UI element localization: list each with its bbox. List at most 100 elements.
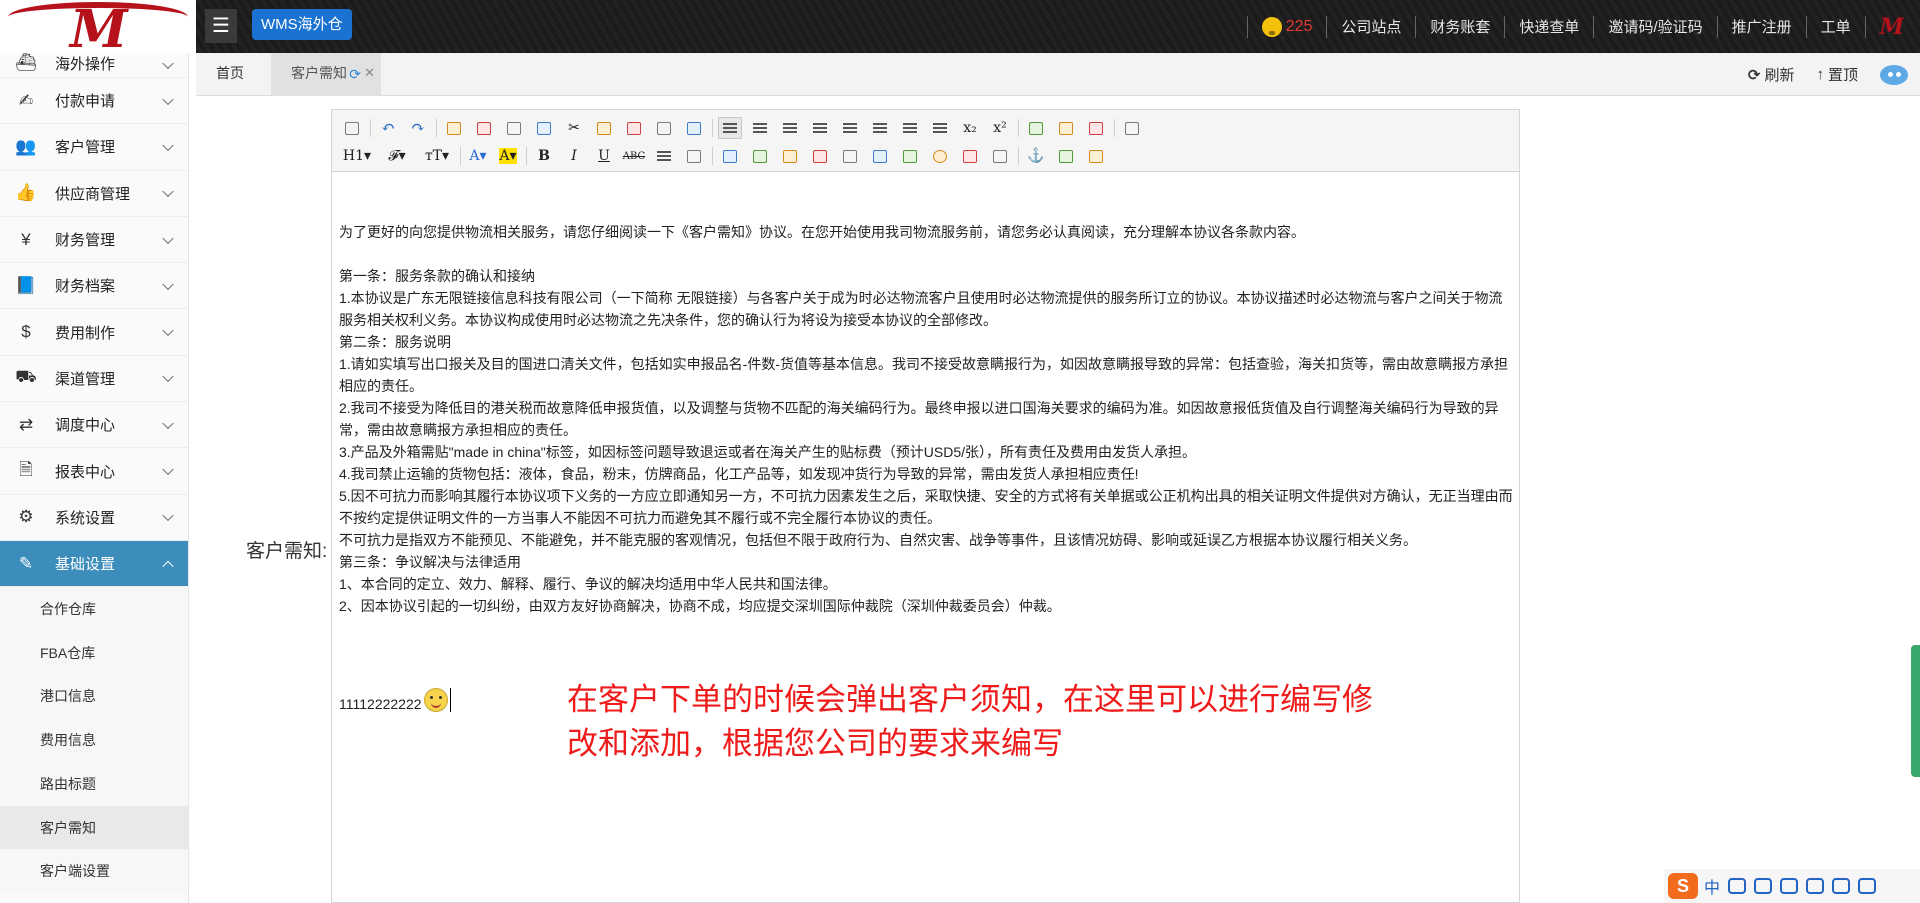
select-all-icon[interactable] (1054, 117, 1078, 139)
tab-actions: ⟳ 刷新 ↑ 置顶 (1748, 53, 1920, 96)
link-icon[interactable] (1054, 145, 1078, 167)
ime-menu-icon[interactable] (1858, 878, 1877, 894)
underline-icon[interactable]: U (592, 145, 616, 167)
template-icon[interactable] (502, 117, 526, 139)
editor-content[interactable]: 为了更好的向您提供物流相关服务，请您仔细阅读一下《客户需知》协议。在您开始使用我… (332, 172, 1519, 617)
image-icon[interactable] (718, 145, 742, 167)
nav-link-finance-books[interactable]: 财务账套 (1430, 16, 1490, 37)
cursor-icon[interactable] (1084, 117, 1108, 139)
align-left-icon[interactable] (718, 117, 742, 139)
editor-last-line[interactable]: 11112222222 (339, 688, 451, 712)
notification-button[interactable]: 225 (1261, 16, 1312, 37)
nav-link-promo-register[interactable]: 推广注册 (1732, 16, 1792, 37)
unordered-list-icon[interactable] (868, 117, 892, 139)
indent-icon[interactable] (898, 117, 922, 139)
code-icon[interactable] (532, 117, 556, 139)
bold-icon[interactable]: B (532, 145, 556, 167)
sidebar-item-3[interactable]: 👥 客户管理 (0, 124, 188, 171)
highlight-icon[interactable]: A▾ (496, 145, 520, 167)
tab-customer-notice[interactable]: 客户需知 ⟳ ✕ (271, 53, 381, 96)
sidebar-item-5[interactable]: ¥ 财务管理 (0, 217, 188, 264)
sidebar-item-2[interactable]: ✍ 付款申请 (0, 78, 188, 125)
sidebar-item-8[interactable]: ⛟ 渠道管理 (0, 356, 188, 403)
page-break-icon[interactable] (988, 145, 1012, 167)
sidebar-item-4[interactable]: 👍 供应商管理 (0, 171, 188, 217)
sidebar-item-9[interactable]: ⇄ 调度中心 (0, 402, 188, 449)
ime-toolbar[interactable]: S 中 (1664, 869, 1920, 903)
ime-emoji-icon[interactable] (1754, 878, 1773, 894)
fullscreen-icon[interactable] (1120, 117, 1144, 139)
paste-icon[interactable] (622, 117, 646, 139)
pin-top-button[interactable]: ↑ 置顶 (1816, 64, 1858, 85)
strikethrough-icon[interactable]: ABC (622, 145, 646, 167)
font-family-icon[interactable]: 𝓕▾ (380, 145, 414, 167)
ordered-list-icon[interactable] (838, 117, 862, 139)
sidebar-item-1[interactable]: ⛴ 海外操作 (0, 53, 188, 78)
baidu-map-icon[interactable] (958, 145, 982, 167)
font-color-icon[interactable]: A▾ (466, 145, 490, 167)
menu-toggle-button[interactable]: ☰ (205, 9, 237, 43)
company-logo[interactable]: M (0, 0, 196, 53)
refresh-button[interactable]: ⟳ 刷新 (1748, 64, 1795, 85)
submenu-item-3[interactable]: 港口信息 (0, 674, 188, 719)
italic-icon[interactable]: I (562, 145, 586, 167)
submenu-item-2[interactable]: FBA仓库 (0, 630, 188, 675)
user-menu-logo[interactable]: M (1880, 14, 1904, 40)
align-right-icon[interactable] (778, 117, 802, 139)
page-scrollbar[interactable] (1911, 645, 1920, 777)
clear-format-icon[interactable] (1024, 117, 1048, 139)
superscript-icon[interactable]: x² (988, 117, 1012, 139)
copy-icon[interactable] (592, 117, 616, 139)
table-icon[interactable] (868, 145, 892, 167)
flash-icon[interactable] (778, 145, 802, 167)
nav-link-express-tracking[interactable]: 快递查单 (1519, 16, 1579, 37)
unlink-icon[interactable] (1084, 145, 1108, 167)
chatbot-icon[interactable] (1880, 64, 1908, 85)
tab-home[interactable]: 首页 (196, 53, 264, 96)
redo-icon[interactable]: ↷ (406, 117, 430, 139)
attachment-icon[interactable] (838, 145, 862, 167)
refresh-icon[interactable]: ⟳ (349, 54, 361, 94)
media-icon[interactable] (808, 145, 832, 167)
submenu-item-4[interactable]: 费用信息 (0, 718, 188, 763)
ime-language[interactable]: 中 (1704, 874, 1720, 898)
ime-skin-icon[interactable] (1832, 878, 1851, 894)
anchor-icon[interactable]: ⚓ (1024, 145, 1048, 167)
heading-icon[interactable]: H1▾ (340, 145, 374, 167)
close-icon[interactable]: ✕ (364, 53, 375, 93)
nav-link-invite-code[interactable]: 邀请码/验证码 (1608, 16, 1702, 37)
submenu-item-7[interactable]: 客户端设置 (0, 849, 188, 894)
sidebar-item-7[interactable]: $ 费用制作 (0, 309, 188, 356)
line-height-icon[interactable] (652, 145, 676, 167)
paste-text-icon[interactable] (652, 117, 676, 139)
submenu-item-5[interactable]: 路由标题 (0, 762, 188, 806)
source-icon[interactable] (340, 117, 364, 139)
brand-button[interactable]: WMS海外仓 (252, 9, 352, 40)
undo-icon[interactable]: ↶ (376, 117, 400, 139)
nav-link-company-site[interactable]: 公司站点 (1341, 16, 1401, 37)
multi-image-icon[interactable] (748, 145, 772, 167)
cut-icon[interactable]: ✂ (562, 117, 586, 139)
sidebar-item-12[interactable]: ✎ 基础设置 (0, 540, 188, 588)
submenu-item-1[interactable]: 合作仓库 (0, 587, 188, 631)
sidebar-item-6[interactable]: 📘 财务档案 (0, 263, 188, 310)
justify-icon[interactable] (808, 117, 832, 139)
insert-file-icon[interactable] (898, 145, 922, 167)
ime-keyboard-icon[interactable] (1806, 878, 1825, 894)
print-icon[interactable] (472, 117, 496, 139)
submenu-item-6[interactable]: 客户需知 (0, 805, 188, 850)
paste-word-icon[interactable] (682, 117, 706, 139)
sidebar-item-10[interactable]: 🗎 报表中心 (0, 448, 188, 495)
remove-format-icon[interactable] (682, 145, 706, 167)
sidebar-item-11[interactable]: ⚙ 系统设置 (0, 495, 188, 541)
subscript-icon[interactable]: x₂ (958, 117, 982, 139)
ime-punctuation-icon[interactable] (1728, 878, 1747, 894)
outdent-icon[interactable] (928, 117, 952, 139)
nav-link-work-order[interactable]: 工单 (1821, 16, 1851, 37)
emoticon-icon[interactable] (928, 145, 952, 167)
ime-voice-icon[interactable] (1780, 878, 1799, 894)
font-size-icon[interactable]: тT▾ (420, 145, 454, 167)
preview-icon[interactable] (442, 117, 466, 139)
align-center-icon[interactable] (748, 117, 772, 139)
rich-text-editor[interactable]: ↶ ↷ ✂ x₂ x² H1▾ 𝓕▾ тT▾ A▾ A▾ B I U ABC ⚓ 为了更好的向您提供物流相… (331, 109, 1520, 903)
